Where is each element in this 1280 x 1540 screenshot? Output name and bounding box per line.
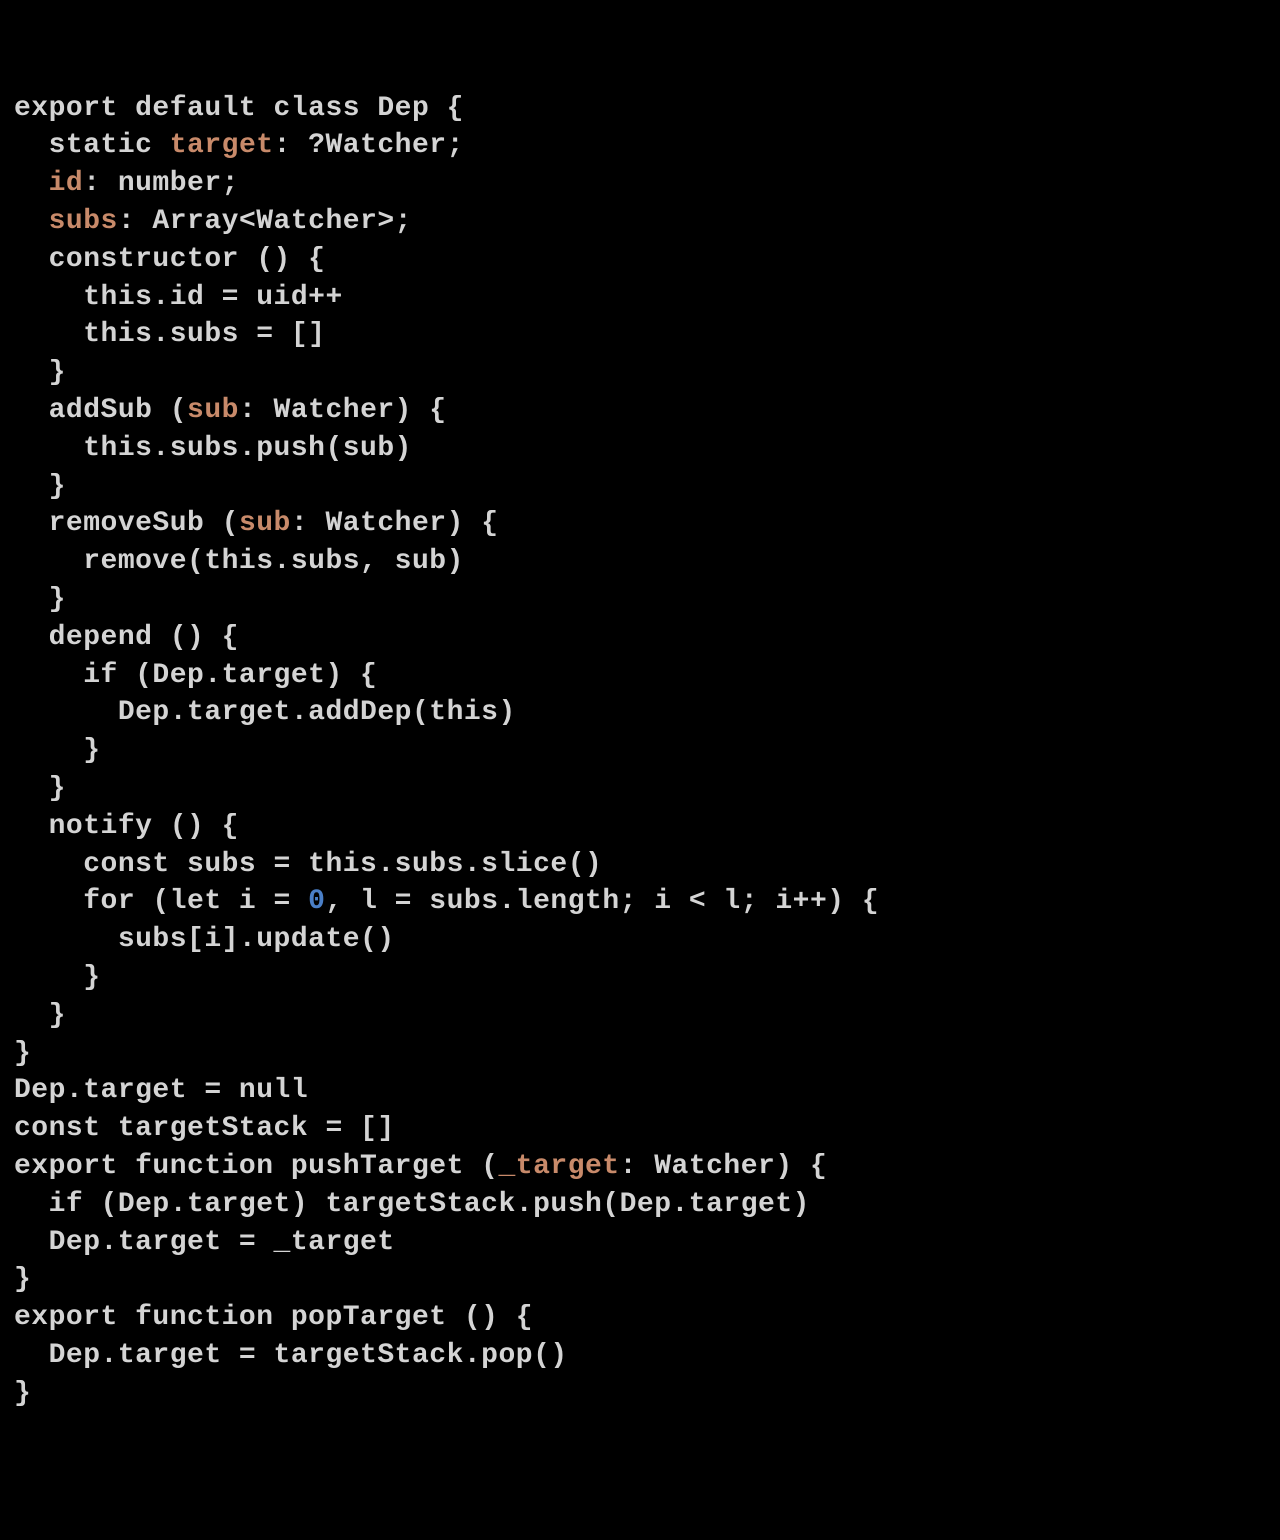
code-line: const subs = this.subs.slice() — [14, 846, 1266, 884]
code-token: subs — [49, 206, 118, 237]
code-block: export default class Dep { static target… — [14, 90, 1266, 1413]
code-line: this.subs.push(sub) — [14, 430, 1266, 468]
code-line: } — [14, 959, 1266, 997]
code-line: remove(this.subs, sub) — [14, 543, 1266, 581]
code-token: sub — [239, 508, 291, 539]
code-token: const targetStack = [] — [14, 1113, 395, 1144]
code-token: : number; — [83, 168, 239, 199]
code-token: : Watcher) { — [620, 1151, 828, 1182]
code-line: Dep.target.addDep(this) — [14, 694, 1266, 732]
code-token: Dep.target = null — [14, 1075, 308, 1106]
code-token: Dep.target.addDep(this) — [14, 697, 516, 728]
code-token: static — [14, 130, 170, 161]
code-line: depend () { — [14, 619, 1266, 657]
code-token: } — [14, 1038, 31, 1069]
code-token: addSub ( — [14, 395, 187, 426]
code-token — [14, 206, 49, 237]
code-token: this.subs = [] — [14, 319, 325, 350]
code-token: if (Dep.target) { — [14, 660, 377, 691]
code-line: } — [14, 468, 1266, 506]
code-token: this.subs.push(sub) — [14, 433, 412, 464]
code-token: export function popTarget () { — [14, 1302, 533, 1333]
code-line: if (Dep.target) targetStack.push(Dep.tar… — [14, 1186, 1266, 1224]
code-token: if (Dep.target) targetStack.push(Dep.tar… — [14, 1189, 810, 1220]
code-line: static target: ?Watcher; — [14, 127, 1266, 165]
code-line: addSub (sub: Watcher) { — [14, 392, 1266, 430]
code-token: : Watcher) { — [239, 395, 447, 426]
code-token: for (let i = — [14, 886, 308, 917]
code-line: subs[i].update() — [14, 921, 1266, 959]
code-token: } — [14, 1264, 31, 1295]
code-line: removeSub (sub: Watcher) { — [14, 505, 1266, 543]
code-line: } — [14, 1261, 1266, 1299]
code-token: constructor () { — [14, 244, 325, 275]
code-token: this.id = uid++ — [14, 282, 343, 313]
code-line: } — [14, 997, 1266, 1035]
code-token: : Array<Watcher>; — [118, 206, 412, 237]
code-line: this.subs = [] — [14, 316, 1266, 354]
code-token: } — [14, 1378, 31, 1409]
code-token: } — [14, 773, 66, 804]
code-token: } — [14, 735, 101, 766]
code-line: } — [14, 1375, 1266, 1413]
code-token: export function pushTarget ( — [14, 1151, 498, 1182]
code-line: this.id = uid++ — [14, 279, 1266, 317]
code-token: : ?Watcher; — [274, 130, 464, 161]
code-token: _target — [498, 1151, 619, 1182]
code-line: notify () { — [14, 808, 1266, 846]
code-line: export function popTarget () { — [14, 1299, 1266, 1337]
code-line: for (let i = 0, l = subs.length; i < l; … — [14, 883, 1266, 921]
code-token: depend () { — [14, 622, 239, 653]
code-token: } — [14, 357, 66, 388]
code-token: 0 — [308, 886, 325, 917]
code-token: export default class Dep { — [14, 93, 464, 124]
code-token: : Watcher) { — [291, 508, 499, 539]
code-line: subs: Array<Watcher>; — [14, 203, 1266, 241]
code-token: notify () { — [14, 811, 239, 842]
code-line: Dep.target = null — [14, 1072, 1266, 1110]
code-line: Dep.target = targetStack.pop() — [14, 1337, 1266, 1375]
code-token: sub — [187, 395, 239, 426]
code-line: if (Dep.target) { — [14, 657, 1266, 695]
code-token: target — [170, 130, 274, 161]
code-line: id: number; — [14, 165, 1266, 203]
code-token — [14, 168, 49, 199]
code-token: const subs = this.subs.slice() — [14, 849, 602, 880]
code-token: removeSub ( — [14, 508, 239, 539]
code-line: } — [14, 732, 1266, 770]
code-token: , l = subs.length; i < l; i++) { — [325, 886, 879, 917]
code-line: export default class Dep { — [14, 90, 1266, 128]
code-line: Dep.target = _target — [14, 1224, 1266, 1262]
code-line: } — [14, 1035, 1266, 1073]
code-token: Dep.target = _target — [14, 1227, 395, 1258]
code-token: id — [49, 168, 84, 199]
code-token: Dep.target = targetStack.pop() — [14, 1340, 568, 1371]
code-line: constructor () { — [14, 241, 1266, 279]
code-line: } — [14, 581, 1266, 619]
code-token: } — [14, 584, 66, 615]
code-token: } — [14, 962, 101, 993]
code-line: } — [14, 354, 1266, 392]
code-token: } — [14, 471, 66, 502]
code-token: subs[i].update() — [14, 924, 395, 955]
code-line: } — [14, 770, 1266, 808]
code-token: } — [14, 1000, 66, 1031]
code-token: remove(this.subs, sub) — [14, 546, 464, 577]
code-line: const targetStack = [] — [14, 1110, 1266, 1148]
code-line: export function pushTarget (_target: Wat… — [14, 1148, 1266, 1186]
